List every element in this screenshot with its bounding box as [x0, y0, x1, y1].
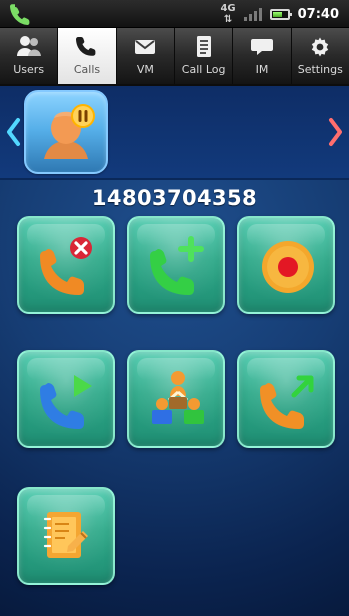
network-arrows-icon: ⇅ [223, 13, 233, 25]
notes-button[interactable] [17, 487, 115, 585]
status-bar: 4G ⇅ 07:40 [0, 0, 349, 28]
call-screen: 4G ⇅ 07:40 Users Calls VM Call Log IM Se… [0, 0, 349, 616]
tab-label: Call Log [181, 63, 226, 76]
tab-label: Settings [297, 63, 343, 76]
contact-avatar-icon [44, 104, 95, 159]
battery-icon [269, 8, 292, 20]
tab-users[interactable]: Users [0, 28, 59, 84]
tab-label: IM [255, 63, 269, 76]
end-call-button[interactable] [17, 216, 115, 314]
battery-level [272, 11, 282, 17]
notes-icon [43, 512, 88, 558]
chevron-right-icon[interactable] [327, 117, 345, 147]
voicemail-icon [135, 40, 156, 54]
conference-icon [152, 371, 204, 424]
contact-strip [0, 86, 349, 180]
phone-number: 14803704358 [91, 186, 258, 210]
phone-status-icon [10, 4, 30, 25]
record-call-button[interactable] [237, 216, 335, 314]
add-call-button[interactable] [127, 216, 225, 314]
record-icon [262, 241, 314, 293]
signal-strength-icon [243, 7, 262, 21]
call-log-icon [196, 36, 211, 57]
tab-vm[interactable]: VM [117, 28, 175, 84]
network-indicator: 4G ⇅ [220, 2, 236, 25]
add-call-icon [150, 236, 204, 295]
clock: 07:40 [297, 6, 339, 22]
transfer-call-button[interactable] [237, 350, 335, 448]
tab-settings[interactable]: Settings [292, 28, 349, 84]
chevron-left-icon[interactable] [4, 117, 22, 147]
transfer-call-icon [260, 375, 314, 429]
tab-label: VM [136, 63, 154, 76]
tab-label: Calls [73, 63, 101, 76]
end-call-icon [40, 237, 92, 295]
contact-avatar[interactable] [24, 90, 108, 174]
resume-call-button[interactable] [17, 350, 115, 448]
play-call-icon [40, 375, 92, 429]
phone-icon [75, 37, 96, 56]
gear-icon [312, 37, 329, 57]
status-right: 4G ⇅ 07:40 [220, 0, 339, 28]
chat-icon [250, 39, 273, 55]
tab-calls[interactable]: Calls [58, 28, 117, 84]
users-icon [16, 36, 41, 56]
tab-call-log[interactable]: Call Log [175, 28, 234, 84]
tab-bar: Users Calls VM Call Log IM Settings [0, 28, 349, 86]
tab-label: Users [13, 63, 45, 76]
tab-im[interactable]: IM [233, 28, 292, 84]
conference-call-button[interactable] [127, 350, 225, 448]
network-label: 4G [220, 2, 236, 14]
